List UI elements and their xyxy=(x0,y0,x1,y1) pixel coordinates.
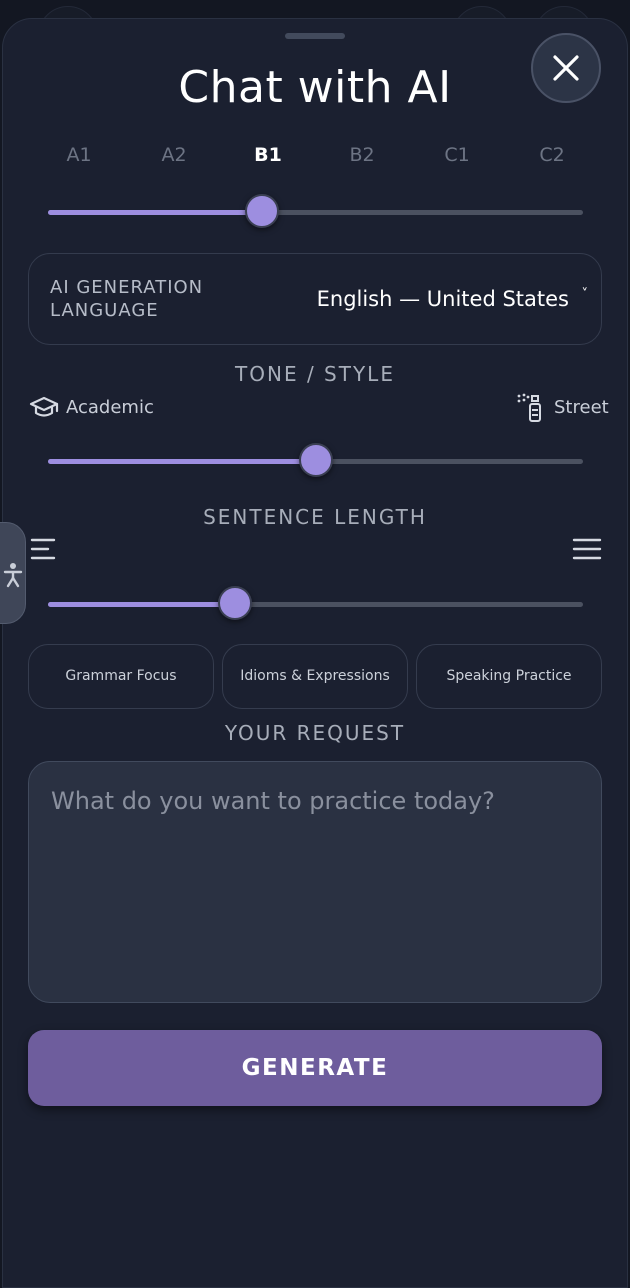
level-slider[interactable] xyxy=(48,194,583,228)
spray-can-icon xyxy=(516,393,546,427)
level-selector: A1 A2 B1 B2 C1 C2 xyxy=(0,144,630,168)
tone-right-label: Street xyxy=(554,397,609,418)
sentence-length-slider-fill xyxy=(48,602,235,607)
tone-slider-thumb[interactable] xyxy=(299,443,333,477)
sentence-length-slider[interactable] xyxy=(48,586,583,620)
tone-left-label: Academic xyxy=(66,397,154,418)
level-option-b1[interactable]: B1 xyxy=(238,144,298,166)
request-heading: YOUR REQUEST xyxy=(224,721,406,745)
request-placeholder: What do you want to practice today? xyxy=(51,787,495,815)
graduation-cap-icon xyxy=(29,395,59,425)
tone-slider-fill xyxy=(48,459,316,464)
chip-idioms-expressions[interactable]: Idioms & Expressions xyxy=(222,644,408,709)
chip-speaking-practice[interactable]: Speaking Practice xyxy=(416,644,602,709)
accessibility-icon xyxy=(3,563,23,588)
generation-language-value: English — United States xyxy=(316,287,569,311)
page-title: Chat with AI xyxy=(178,62,452,113)
sentence-length-slider-thumb[interactable] xyxy=(218,586,252,620)
generate-button[interactable]: GENERATE xyxy=(28,1030,602,1106)
tone-heading: TONE / STYLE xyxy=(235,362,395,386)
sheet-drag-handle[interactable] xyxy=(285,33,345,39)
level-option-a2[interactable]: A2 xyxy=(144,144,204,166)
level-option-b2[interactable]: B2 xyxy=(332,144,392,166)
chip-grammar-focus[interactable]: Grammar Focus xyxy=(28,644,214,709)
chevron-down-icon: ˅ xyxy=(581,287,589,302)
level-option-c2[interactable]: C2 xyxy=(522,144,582,166)
accessibility-tab[interactable] xyxy=(0,522,26,624)
long-lines-icon xyxy=(572,537,602,567)
level-option-a1[interactable]: A1 xyxy=(49,144,109,166)
generation-language-label: AI GENERATION LANGUAGE xyxy=(50,277,204,321)
sentence-length-heading: SENTENCE LENGTH xyxy=(203,505,427,529)
generation-language-select[interactable]: AI GENERATION LANGUAGE English — United … xyxy=(28,253,602,345)
request-textarea[interactable]: What do you want to practice today? xyxy=(28,761,602,1003)
level-slider-fill xyxy=(48,210,262,215)
level-option-c1[interactable]: C1 xyxy=(427,144,487,166)
level-slider-thumb[interactable] xyxy=(245,194,279,228)
tone-slider[interactable] xyxy=(48,443,583,477)
short-lines-icon xyxy=(30,537,58,567)
